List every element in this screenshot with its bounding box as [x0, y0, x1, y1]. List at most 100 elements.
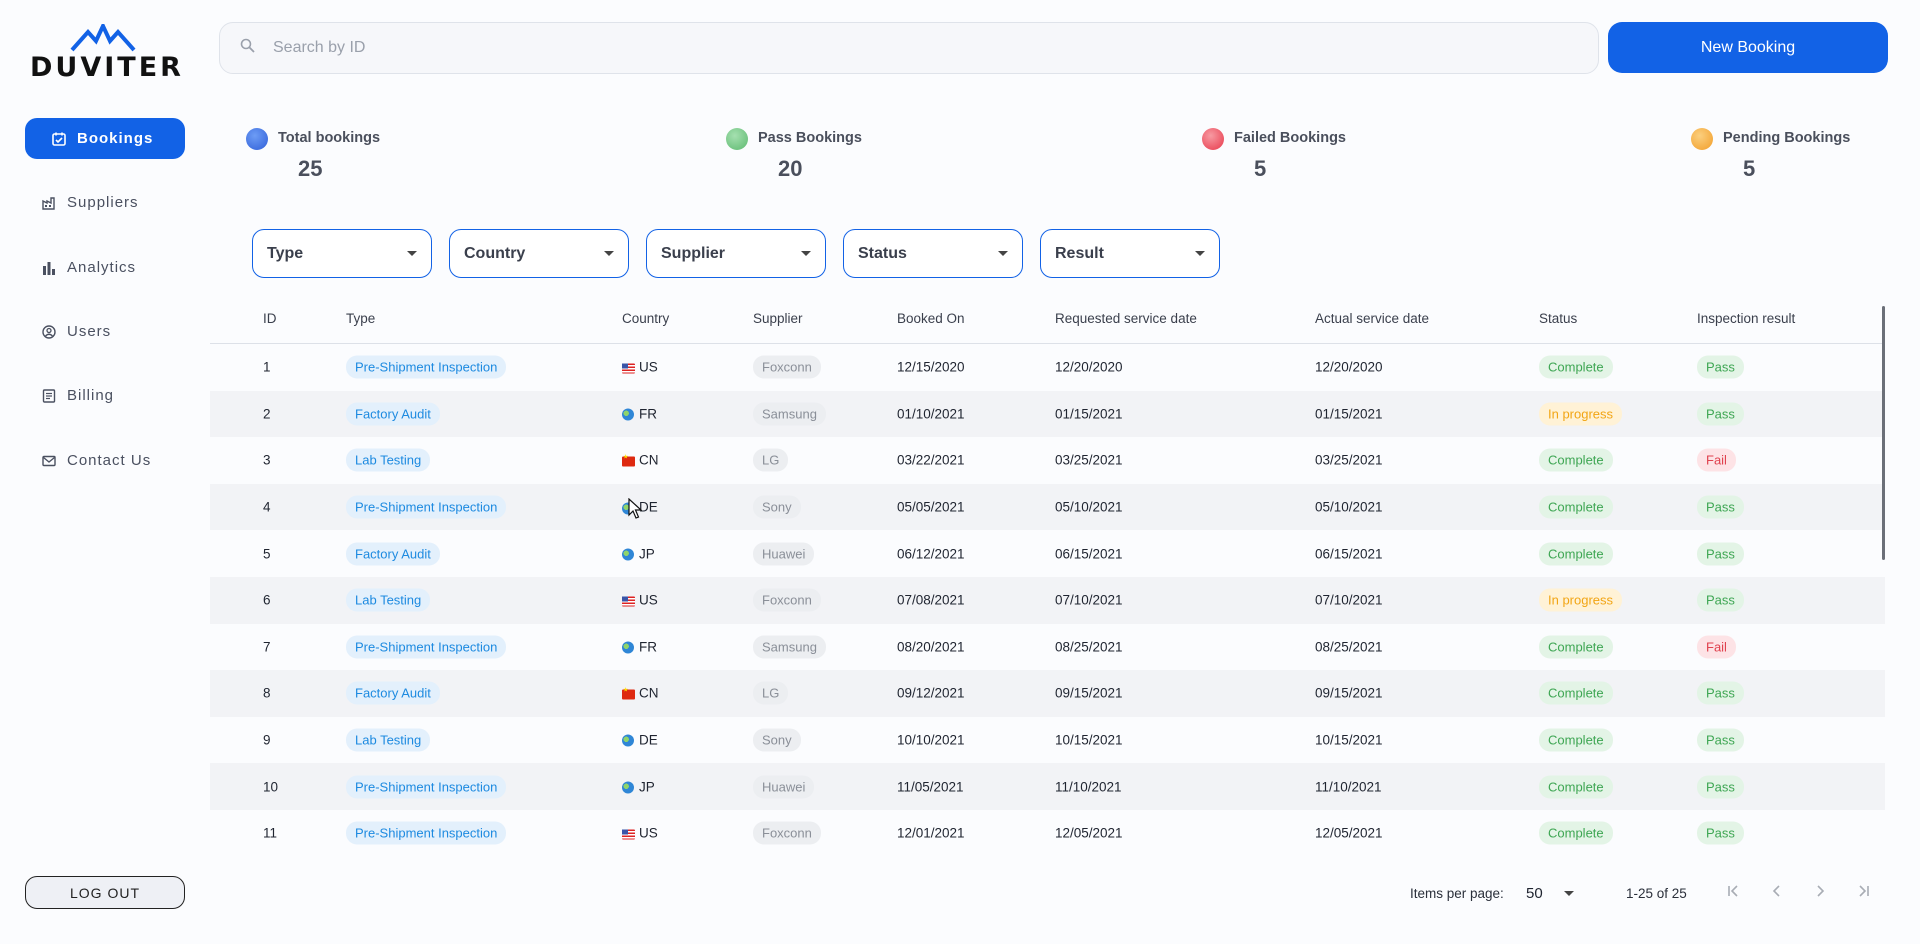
status-badge: In progress [1539, 402, 1623, 426]
bookings-table: ID Type Country Supplier Booked On Reque… [210, 300, 1885, 870]
table-row[interactable]: 4 Pre-Shipment Inspection DE Sony 05/05/2021… [210, 483, 1885, 531]
globe-icon [622, 408, 634, 421]
stat-value: 5 [1743, 156, 1756, 181]
table-row[interactable]: 8 Factory Audit CN LG 09/12/2021 09/15/2021 09… [210, 670, 1885, 717]
table-scrollbar[interactable] [1882, 306, 1885, 560]
supplier-chip: Huawei [753, 542, 815, 566]
result-badge: Fail [1697, 448, 1736, 472]
stat-label: Total bookings [278, 130, 381, 146]
supplier-chip: Foxconn [753, 355, 821, 379]
column-header-booked-on[interactable]: Booked On [897, 311, 965, 326]
cell-id: 10 [263, 779, 279, 795]
mail-icon [41, 453, 57, 469]
type-chip: Pre-Shipment Inspection [346, 775, 507, 799]
stat-indicator-dot [246, 128, 268, 150]
table-row[interactable]: 2 Factory Audit FR Samsung 01/10/2021 01/15/2… [210, 390, 1885, 438]
table-row[interactable]: 11 Pre-Shipment Inspection US Foxconn 12/01/… [210, 810, 1885, 857]
sidebar-item-billing[interactable]: Billing [25, 375, 185, 416]
cell-requested-date: 12/20/2020 [1055, 359, 1123, 375]
status-badge: Complete [1539, 681, 1613, 705]
type-chip: Pre-Shipment Inspection [346, 355, 507, 379]
filter-result[interactable]: Result [1040, 229, 1220, 278]
table-row[interactable]: 6 Lab Testing US Foxconn 07/08/2021 07/10/202… [210, 576, 1885, 624]
stat-label: Failed Bookings [1234, 130, 1346, 146]
column-header-actual-date[interactable]: Actual service date [1315, 311, 1429, 326]
search-bar[interactable] [219, 22, 1599, 74]
sidebar-item-bookings[interactable]: Bookings [25, 118, 185, 159]
table-row[interactable]: 9 Lab Testing DE Sony 10/10/2021 10/15/2021 10… [210, 717, 1885, 764]
cell-booked-on: 09/12/2021 [897, 685, 965, 701]
filter-type[interactable]: Type [252, 229, 432, 278]
supplier-chip: Huawei [753, 775, 815, 799]
type-chip: Factory Audit [346, 402, 440, 426]
cell-booked-on: 12/01/2021 [897, 825, 965, 841]
cell-country: CN [622, 686, 659, 701]
filter-country[interactable]: Country [449, 229, 629, 278]
cell-booked-on: 07/08/2021 [897, 592, 965, 608]
status-badge: Complete [1539, 635, 1613, 659]
table-body: 1 Pre-Shipment Inspection US Foxconn 12/15/2… [210, 344, 1885, 857]
cell-booked-on: 08/20/2021 [897, 639, 965, 655]
stat-value: 25 [298, 156, 323, 181]
last-page-icon[interactable] [1853, 884, 1873, 902]
cell-id: 5 [263, 546, 271, 562]
cell-country: US [622, 593, 658, 608]
column-header-requested-date[interactable]: Requested service date [1055, 311, 1197, 326]
country-code: US [639, 359, 658, 375]
column-header-supplier[interactable]: Supplier [753, 311, 803, 326]
search-icon [240, 38, 255, 58]
globe-icon [622, 781, 634, 794]
cell-id: 2 [263, 406, 271, 422]
sidebar-item-analytics[interactable]: Analytics [25, 247, 185, 288]
table-row[interactable]: 1 Pre-Shipment Inspection US Foxconn 12/15/2… [210, 344, 1885, 391]
filter-supplier[interactable]: Supplier [646, 229, 826, 278]
column-header-status[interactable]: Status [1539, 311, 1577, 326]
globe-icon [622, 734, 634, 747]
cell-country: US [622, 826, 658, 841]
sidebar-item-users[interactable]: Users [25, 311, 185, 352]
sidebar-item-suppliers[interactable]: Suppliers [25, 182, 185, 223]
table-row[interactable]: 5 Factory Audit JP Huawei 06/12/2021 06/15/20… [210, 530, 1885, 577]
previous-page-icon[interactable] [1767, 884, 1787, 902]
next-page-icon[interactable] [1810, 884, 1830, 902]
cell-actual-date: 10/15/2021 [1315, 732, 1383, 748]
logout-button[interactable]: LOG OUT [25, 876, 185, 909]
sidebar-item-contact-us[interactable]: Contact Us [25, 440, 185, 481]
factory-icon [41, 195, 57, 211]
type-chip: Pre-Shipment Inspection [346, 495, 507, 519]
column-header-inspection-result[interactable]: Inspection result [1697, 311, 1795, 326]
brand-logo: DUVITER [30, 24, 181, 83]
cell-booked-on: 06/12/2021 [897, 546, 965, 562]
supplier-chip: LG [753, 681, 789, 705]
cell-requested-date: 03/25/2021 [1055, 452, 1123, 468]
type-chip: Factory Audit [346, 542, 440, 566]
first-page-icon[interactable] [1724, 884, 1744, 902]
search-input[interactable] [273, 39, 1473, 57]
type-chip: Factory Audit [346, 681, 440, 705]
result-badge: Pass [1697, 775, 1744, 799]
cell-actual-date: 01/15/2021 [1315, 406, 1383, 422]
sidebar-item-label: Users [67, 323, 112, 340]
column-header-country[interactable]: Country [622, 311, 669, 326]
cell-actual-date: 09/15/2021 [1315, 685, 1383, 701]
filter-status[interactable]: Status [843, 229, 1023, 278]
table-row[interactable]: 7 Pre-Shipment Inspection FR Samsung 08/20/2… [210, 624, 1885, 671]
column-header-type[interactable]: Type [346, 311, 375, 326]
cell-country: JP [622, 546, 655, 561]
filter-label: Type [267, 244, 304, 262]
result-badge: Pass [1697, 588, 1744, 612]
filter-label: Supplier [661, 244, 726, 262]
new-booking-button[interactable]: New Booking [1608, 22, 1888, 73]
table-row[interactable]: 3 Lab Testing CN LG 03/22/2021 03/25/2021 03/2… [210, 437, 1885, 484]
column-header-id[interactable]: ID [263, 311, 277, 326]
cell-country: CN [622, 453, 659, 468]
us-flag-icon [622, 829, 635, 840]
items-per-page-select[interactable]: 50 [1510, 879, 1580, 907]
pagination: Items per page: 50 1-25 of 25 [1380, 876, 1885, 910]
filter-label: Result [1055, 244, 1104, 262]
cell-actual-date: 03/25/2021 [1315, 452, 1383, 468]
table-row[interactable]: 10 Pre-Shipment Inspection JP Huawei 11/05/2… [210, 763, 1885, 810]
sidebar-item-label: Analytics [67, 259, 137, 276]
cell-requested-date: 08/25/2021 [1055, 639, 1123, 655]
country-code: JP [639, 546, 655, 562]
